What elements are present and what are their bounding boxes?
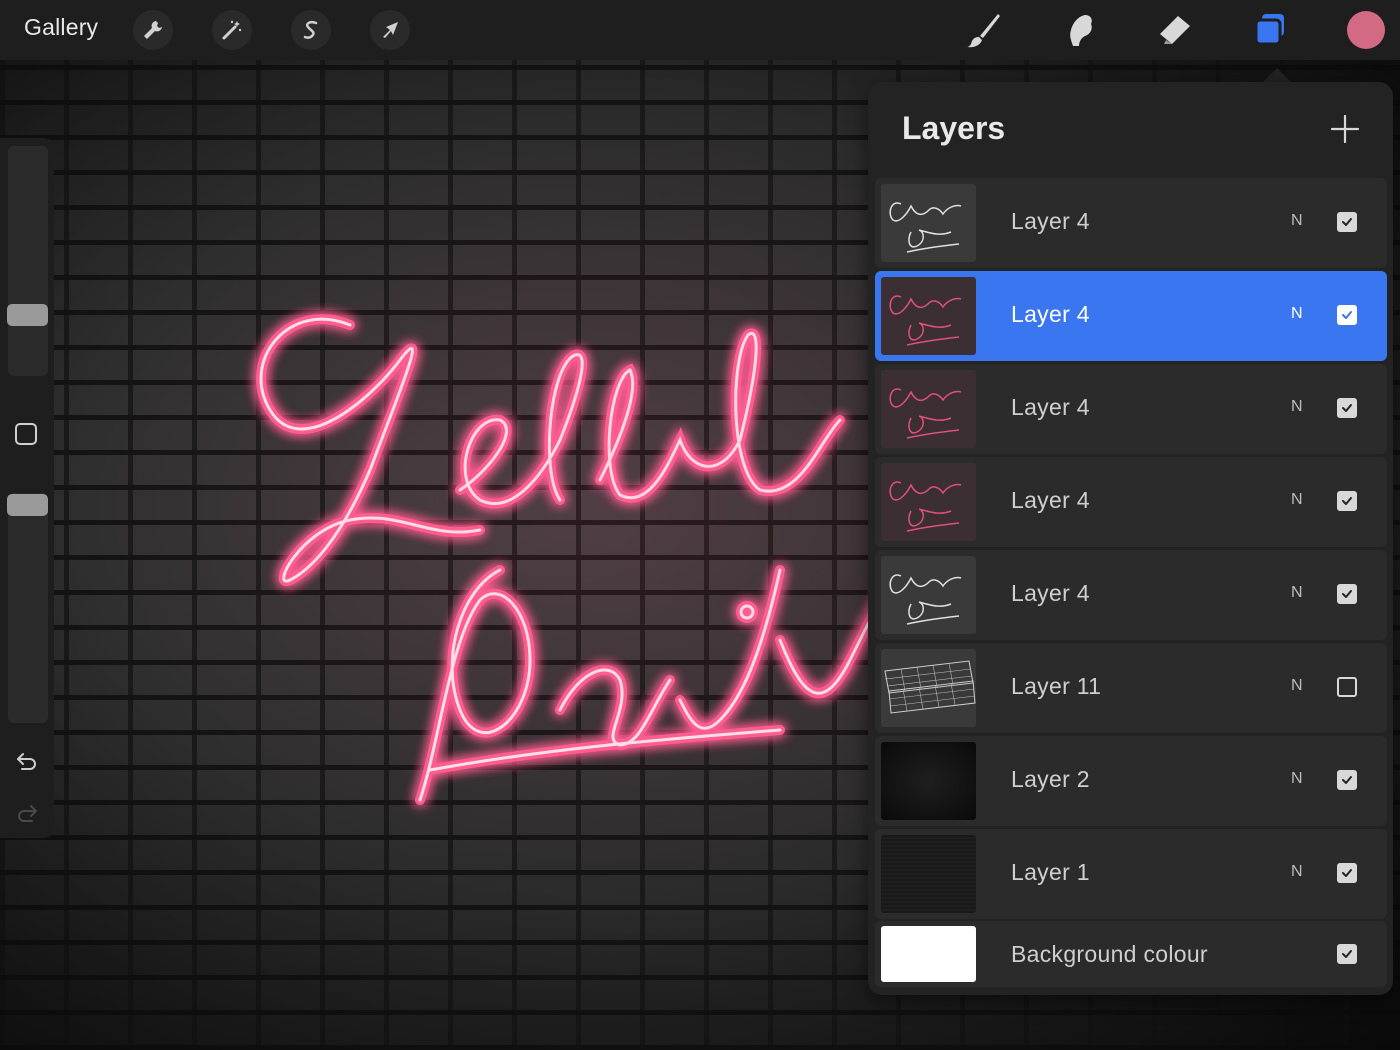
layer-row[interactable]: Layer 1 N [875, 829, 1387, 919]
lettering-thumbnail-icon [889, 202, 962, 253]
check-icon [1342, 590, 1352, 598]
layer-name: Layer 4 [1011, 487, 1090, 513]
smudge-button[interactable] [1057, 8, 1101, 52]
panel-title: Layers [902, 110, 1006, 146]
plus-icon[interactable] [1328, 112, 1362, 146]
visibility-checkbox[interactable] [1337, 305, 1357, 325]
visibility-checkbox[interactable] [1337, 863, 1357, 883]
layer-name: Layer 4 [1011, 208, 1090, 234]
lettering-thumbnail-icon [889, 295, 962, 346]
layer-name: Background colour [1011, 941, 1208, 967]
check-icon [1342, 776, 1352, 784]
check-icon [1342, 404, 1352, 412]
neon-lettering-artwork [256, 314, 895, 805]
layer-name: Layer 4 [1011, 580, 1090, 606]
layer-name: Layer 11 [1011, 673, 1102, 699]
check-icon [1342, 950, 1352, 958]
color-swatch[interactable] [1347, 11, 1385, 49]
layer-thumbnail[interactable] [881, 277, 976, 355]
blend-mode-button[interactable]: N [1291, 398, 1303, 416]
layer-row[interactable]: Layer 4 N [875, 271, 1387, 361]
layer-row[interactable]: Layer 4 N [875, 550, 1387, 640]
brush-icon [967, 14, 1000, 48]
panel-pointer [1262, 68, 1292, 83]
background-colour-row[interactable]: Background colour [875, 921, 1387, 987]
layers-button[interactable] [1248, 8, 1292, 52]
neon-glow-strokes [256, 314, 895, 805]
eraser-icon [1160, 16, 1190, 44]
top-toolbar: Gallery [0, 0, 1400, 60]
modify-button[interactable] [15, 423, 37, 445]
background-colour-thumb[interactable] [881, 926, 976, 982]
lettering-thumbnail-icon [889, 574, 962, 625]
gallery-button[interactable]: Gallery [24, 14, 98, 41]
layer-thumbnail[interactable] [881, 370, 976, 448]
brush-button[interactable] [962, 8, 1006, 52]
visibility-checkbox[interactable] [1337, 398, 1357, 418]
opacity-slider[interactable] [7, 493, 48, 723]
actions-button[interactable] [133, 10, 173, 50]
adjustments-button[interactable] [212, 10, 252, 50]
opacity-thumb[interactable] [7, 494, 48, 516]
layer-row[interactable]: Layer 4 N [875, 178, 1387, 268]
selection-button[interactable] [291, 10, 331, 50]
layer-name: Layer 4 [1011, 394, 1090, 420]
undo-icon[interactable] [14, 748, 40, 774]
layers-icon [1254, 14, 1284, 46]
visibility-checkbox[interactable] [1337, 944, 1357, 964]
layer-thumbnail[interactable] [881, 556, 976, 634]
layer-name: Layer 2 [1011, 766, 1090, 792]
layer-thumbnail[interactable] [881, 184, 976, 262]
layer-row[interactable]: Layer 11 N [875, 643, 1387, 733]
wrench-icon [144, 21, 162, 39]
visibility-checkbox[interactable] [1337, 677, 1357, 697]
lettering-thumbnail-icon [889, 388, 962, 439]
brush-size-slider[interactable] [7, 146, 48, 376]
arrow-cursor-icon [383, 22, 398, 38]
grid-thumbnail-icon [884, 660, 976, 714]
redo-icon[interactable] [14, 800, 40, 826]
layer-row[interactable]: Layer 2 N [875, 736, 1387, 826]
layer-thumbnail[interactable] [881, 649, 976, 727]
visibility-checkbox[interactable] [1337, 491, 1357, 511]
selection-s-icon [303, 20, 318, 39]
blend-mode-button[interactable]: N [1291, 863, 1303, 881]
visibility-checkbox[interactable] [1337, 584, 1357, 604]
left-sidebar [0, 138, 54, 838]
eraser-button[interactable] [1152, 8, 1196, 52]
smudge-finger-icon [1070, 15, 1092, 46]
check-icon [1342, 311, 1352, 319]
check-icon [1342, 218, 1352, 226]
check-icon [1342, 497, 1352, 505]
layer-thumbnail[interactable] [881, 742, 976, 820]
check-icon [1342, 869, 1352, 877]
brush-size-thumb[interactable] [7, 304, 48, 326]
layer-name: Layer 1 [1011, 859, 1090, 885]
layer-thumbnail[interactable] [881, 463, 976, 541]
blend-mode-button[interactable]: N [1291, 305, 1303, 323]
layer-name: Layer 4 [1011, 301, 1090, 327]
visibility-checkbox[interactable] [1337, 212, 1357, 232]
layer-row[interactable]: Layer 4 N [875, 364, 1387, 454]
blend-mode-button[interactable]: N [1291, 212, 1303, 230]
layers-panel: Layers Layer 4 N Layer 4 N Layer 4 N Layer 4NL… [868, 82, 1393, 995]
transform-button[interactable] [370, 10, 410, 50]
layer-thumbnail[interactable] [881, 835, 976, 913]
blend-mode-button[interactable]: N [1291, 677, 1303, 695]
lettering-thumbnail-icon [889, 481, 962, 532]
blend-mode-button[interactable]: N [1291, 584, 1303, 602]
visibility-checkbox[interactable] [1337, 770, 1357, 790]
blend-mode-button[interactable]: N [1291, 770, 1303, 788]
blend-mode-button[interactable]: N [1291, 491, 1303, 509]
layer-row[interactable]: Layer 4 N [875, 457, 1387, 547]
magic-wand-icon [222, 20, 242, 40]
